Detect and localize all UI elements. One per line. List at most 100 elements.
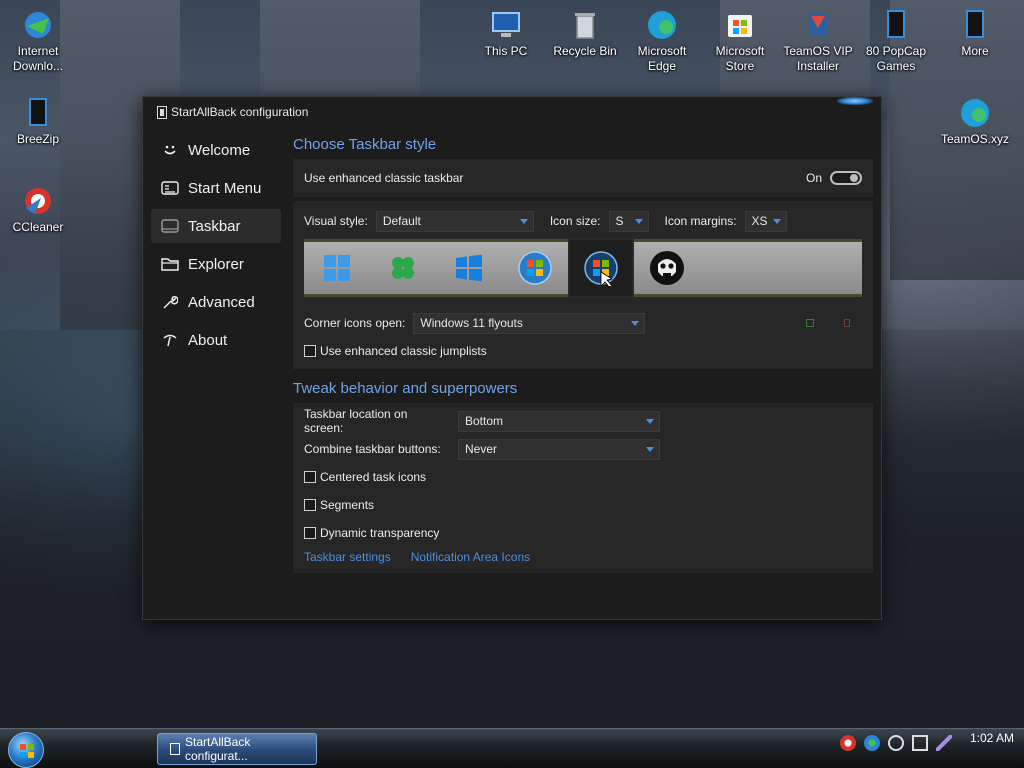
desktop-icon-edge[interactable]: Microsoft Edge <box>626 8 698 74</box>
settings-tray-icon[interactable] <box>887 735 904 751</box>
toggle-switch[interactable] <box>830 171 862 185</box>
icon-size-label: Icon size: <box>549 214 601 228</box>
location-select[interactable]: Bottom <box>458 410 660 432</box>
close-glow-icon[interactable] <box>837 97 873 105</box>
enhanced-taskbar-label: Use enhanced classic taskbar <box>304 171 464 185</box>
location-label: Taskbar location on screen: <box>304 407 408 435</box>
style-option-punisher[interactable] <box>634 239 700 297</box>
visual-style-select[interactable]: Default <box>375 210 534 232</box>
sidebar-item-start-menu[interactable]: Start Menu <box>151 171 281 205</box>
taskbar-button-startallback[interactable]: StartAllBack configurat... <box>157 733 317 765</box>
chevron-down-icon <box>634 218 643 224</box>
skull-logo-icon <box>650 251 684 285</box>
style-option-windows-11[interactable] <box>304 239 370 297</box>
chevron-down-icon <box>631 320 640 326</box>
visual-style-row: Visual style: Default Icon size: S Icon … <box>304 207 862 235</box>
sidebar-item-explorer[interactable]: Explorer <box>151 247 281 281</box>
windows-10-logo-icon <box>456 254 482 282</box>
dynamic-checkbox[interactable] <box>304 527 316 539</box>
combine-row: Combine taskbar buttons: Never <box>304 435 862 463</box>
tray-preview-green-icon <box>806 319 814 327</box>
jumplists-row[interactable]: Use enhanced classic jumplists <box>304 337 862 365</box>
clock[interactable]: 1:02 AM <box>970 731 1014 745</box>
folder-dark-icon <box>966 10 984 38</box>
corner-icons-row: Corner icons open: Windows 11 flyouts <box>304 309 862 337</box>
start-menu-icon <box>161 179 179 197</box>
desktop-icon-this-pc[interactable]: This PC <box>470 8 542 59</box>
desktop-icon-popcap[interactable]: 80 PopCap Games <box>860 8 932 74</box>
chevron-down-icon <box>772 218 781 224</box>
icon-size-select[interactable]: S <box>608 210 649 232</box>
location-row: Taskbar location on screen: Bottom <box>304 407 862 435</box>
style-option-windows-10[interactable] <box>436 239 502 297</box>
windows-11-logo-icon <box>324 255 350 281</box>
centered-checkbox[interactable] <box>304 471 316 483</box>
chevron-down-icon <box>646 418 654 424</box>
sidebar-item-taskbar[interactable]: Taskbar <box>151 209 281 243</box>
recycle-bin-icon <box>575 13 595 39</box>
corner-icons-select[interactable]: Windows 11 flyouts <box>413 312 646 334</box>
centered-label: Centered task icons <box>320 470 427 484</box>
content-pane: Choose Taskbar style Use enhanced classi… <box>293 133 873 577</box>
taskbar-settings-link[interactable]: Taskbar settings <box>304 550 391 564</box>
sidebar: Welcome Start Menu Taskbar Explorer Adva… <box>151 133 281 361</box>
app-icon <box>170 743 180 755</box>
centered-row[interactable]: Centered task icons <box>304 463 862 491</box>
links-row: Taskbar settings Notification Area Icons <box>304 547 862 567</box>
toggle-state-label: On <box>805 171 822 185</box>
breezip-icon <box>29 98 47 126</box>
desktop-icon-ccleaner[interactable]: CCleaner <box>2 184 74 235</box>
sidebar-item-about[interactable]: About <box>151 323 281 357</box>
store-icon <box>728 15 752 37</box>
taskbar: StartAllBack configurat... 1:02 AM <box>0 728 1024 768</box>
enhanced-taskbar-toggle[interactable]: On <box>806 171 862 185</box>
tweak-card: Taskbar location on screen: Bottom Combi… <box>293 403 873 573</box>
combine-select[interactable]: Never <box>458 438 660 460</box>
enhanced-taskbar-card: Use enhanced classic taskbar On <box>293 159 873 197</box>
pen-tray-icon[interactable] <box>935 735 952 751</box>
download-tray-icon[interactable] <box>863 735 880 751</box>
clover-logo-icon <box>392 257 414 279</box>
download-manager-icon <box>25 12 51 38</box>
jumplists-checkbox[interactable] <box>304 345 316 357</box>
jumplists-label: Use enhanced classic jumplists <box>320 344 487 358</box>
desktop-icon-breezip[interactable]: BreeZip <box>2 96 74 147</box>
desktop-icon-teamos-xyz[interactable]: TeamOS.xyz <box>939 96 1011 147</box>
dynamic-row[interactable]: Dynamic transparency <box>304 519 862 547</box>
style-option-clover[interactable] <box>370 239 436 297</box>
windows-logo-icon <box>20 744 34 758</box>
segments-row[interactable]: Segments <box>304 491 862 519</box>
visual-style-label: Visual style: <box>304 214 368 228</box>
title-bar[interactable]: StartAllBack configuration <box>143 97 881 127</box>
taskbar-icon <box>161 217 179 235</box>
ccleaner-tray-icon[interactable] <box>839 735 856 751</box>
startallback-window[interactable]: StartAllBack configuration Welcome Start… <box>142 96 882 620</box>
desktop-icon-store[interactable]: Microsoft Store <box>704 8 776 74</box>
desktop-icon-teamos-vip[interactable]: TeamOS VIP Installer <box>782 8 854 74</box>
section-title-taskbar-style: Choose Taskbar style <box>293 136 437 153</box>
notification-area-link[interactable]: Notification Area Icons <box>411 550 530 564</box>
dynamic-label: Dynamic transparency <box>320 526 440 540</box>
network-tray-icon[interactable] <box>911 735 928 751</box>
enhanced-taskbar-row: Use enhanced classic taskbar On <box>304 159 862 197</box>
tray-preview-red-icon <box>844 319 850 327</box>
style-option-vista[interactable] <box>568 238 634 298</box>
segments-checkbox[interactable] <box>304 499 316 511</box>
section-title-tweak: Tweak behavior and superpowers <box>293 380 518 397</box>
visual-style-card: Visual style: Default Icon size: S Icon … <box>293 201 873 369</box>
chevron-down-icon <box>519 218 528 224</box>
segments-label: Segments <box>320 498 375 512</box>
start-button[interactable] <box>8 732 44 768</box>
desktop-icon-more[interactable]: More <box>939 8 1011 59</box>
desktop-icon-recycle-bin[interactable]: Recycle Bin <box>549 8 621 59</box>
style-option-windows-7[interactable] <box>502 239 568 297</box>
taskbar-style-picker <box>304 238 862 298</box>
desktop-icon-internet-download[interactable]: Internet Downlo... <box>2 8 74 74</box>
icon-margins-label: Icon margins: <box>664 214 737 228</box>
info-icon <box>161 331 179 349</box>
sidebar-item-welcome[interactable]: Welcome <box>151 133 281 167</box>
folder-icon <box>161 255 179 273</box>
sidebar-item-advanced[interactable]: Advanced <box>151 285 281 319</box>
icon-margins-select[interactable]: XS <box>744 210 787 232</box>
games-icon <box>887 10 905 38</box>
